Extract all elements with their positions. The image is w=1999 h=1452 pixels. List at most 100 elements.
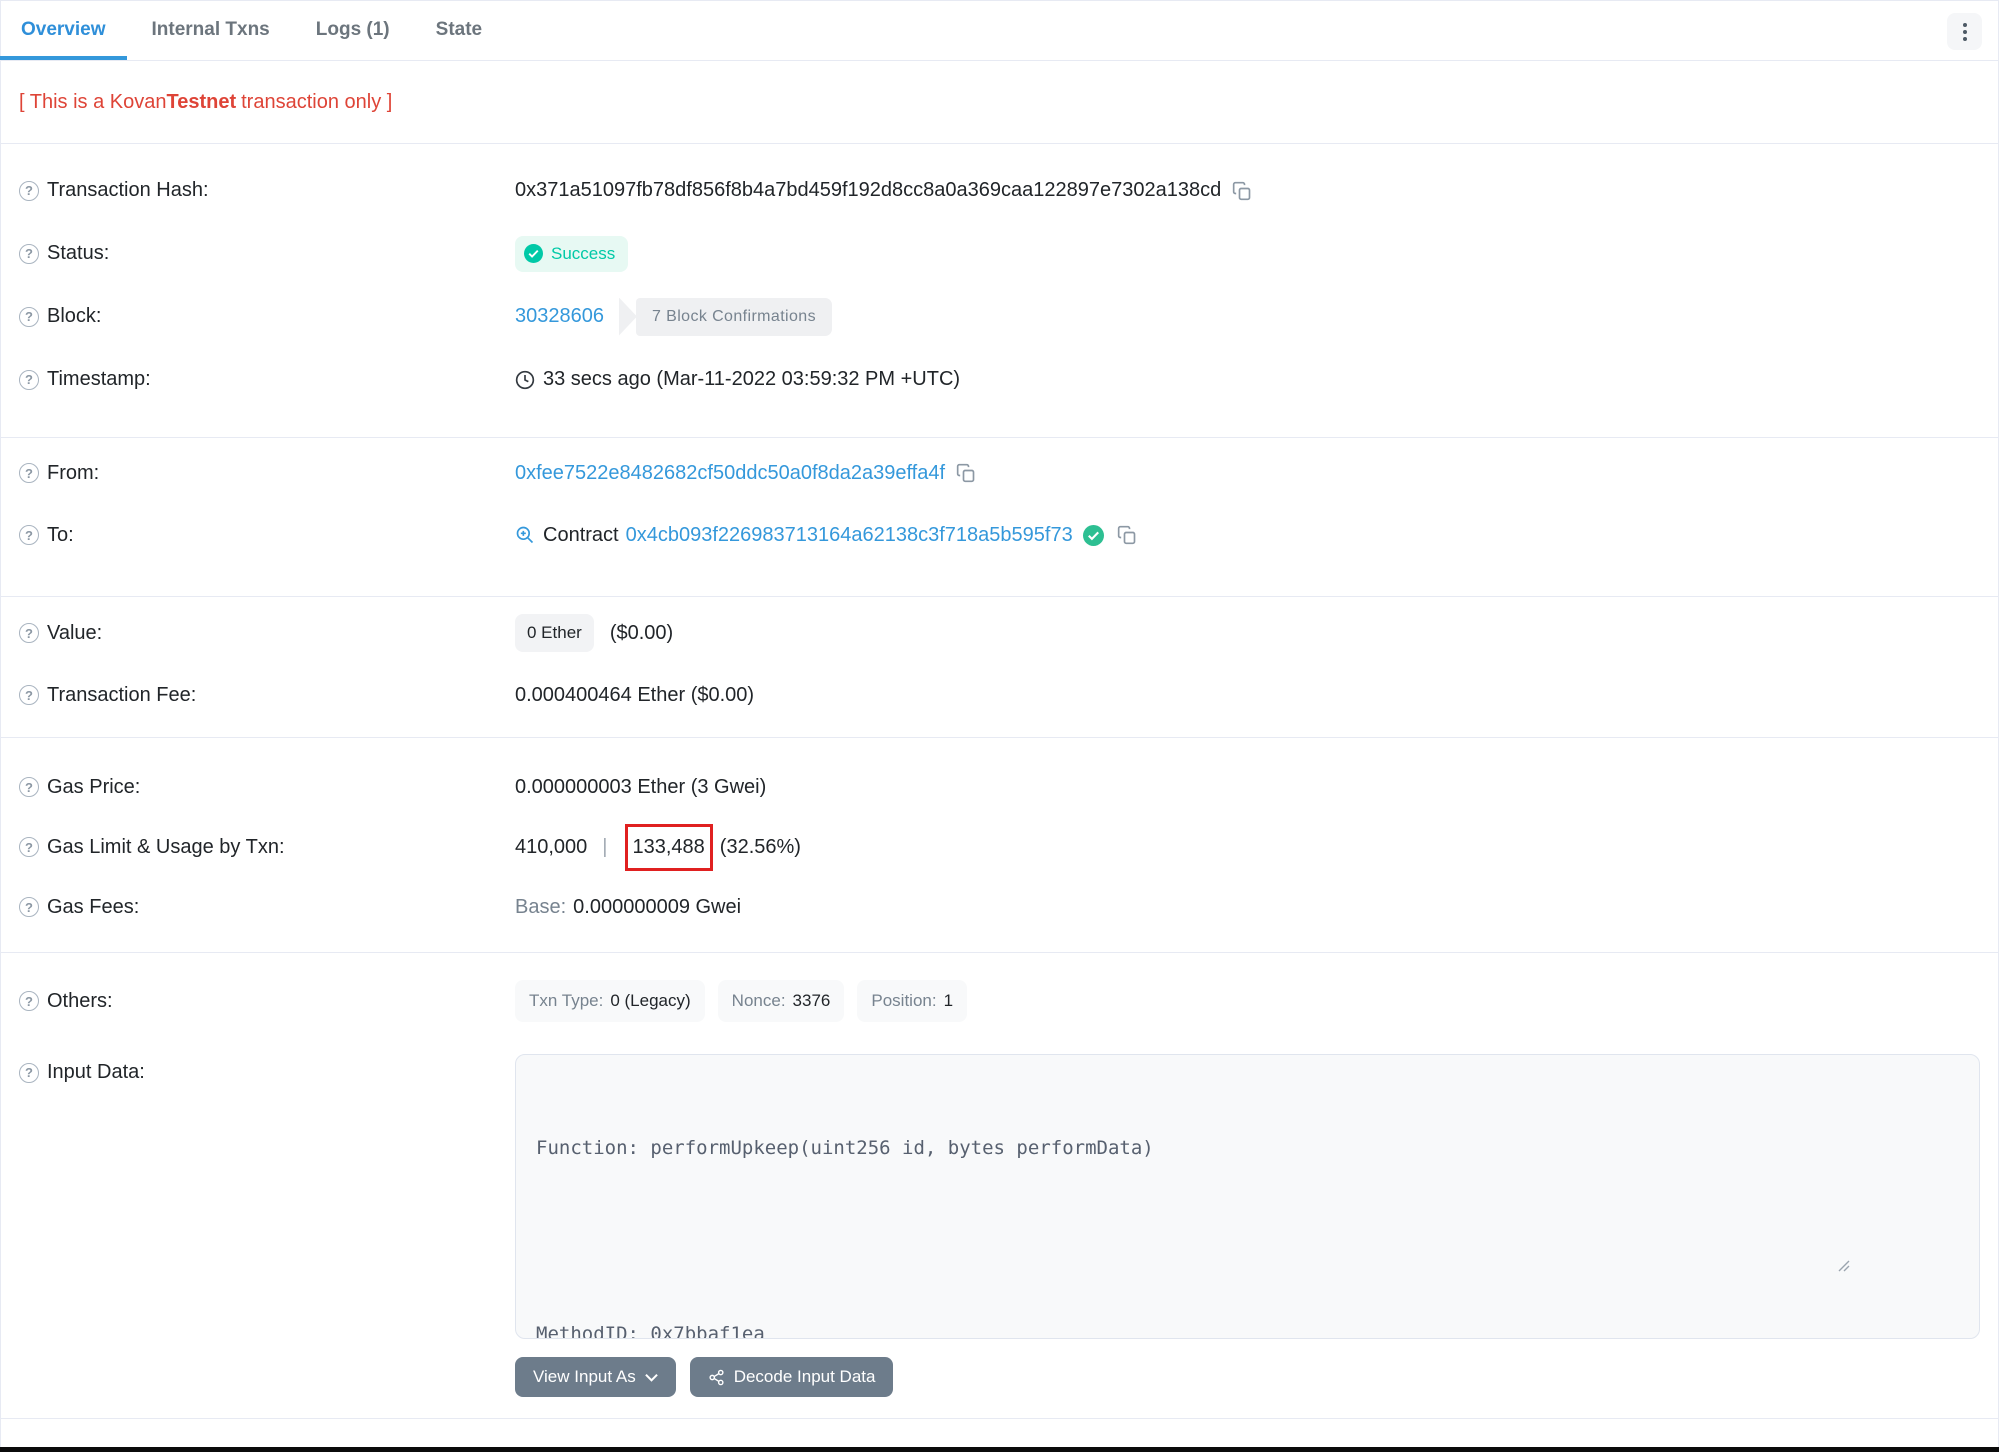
- txn-type-value: 0 (Legacy): [610, 991, 691, 1010]
- help-icon[interactable]: ?: [19, 1062, 39, 1083]
- help-icon[interactable]: ?: [19, 243, 39, 264]
- tab-bar: Overview Internal Txns Logs (1) State: [0, 0, 1999, 61]
- transaction-fee-value: 0.000400464 Ether ($0.00): [515, 683, 755, 706]
- gas-price-label: Gas Price:: [47, 775, 141, 798]
- help-icon[interactable]: ?: [19, 525, 39, 545]
- from-address-link[interactable]: 0xfee7522e8482682cf50ddc50a0f8da2a39effa…: [515, 462, 945, 485]
- testnet-notice: [ This is a Kovan Testnet transaction on…: [0, 61, 1999, 143]
- check-circle-icon: [524, 244, 543, 263]
- value-amount-pill: 0 Ether: [515, 614, 594, 652]
- copy-icon: [1117, 525, 1136, 545]
- from-label: From:: [47, 461, 100, 484]
- tab-overview[interactable]: Overview: [0, 0, 127, 60]
- row-block: ? Block: 30328606 7 Block Confirmations: [19, 285, 1980, 348]
- help-icon[interactable]: ?: [19, 306, 39, 327]
- transaction-hash-label: Transaction Hash:: [47, 179, 209, 201]
- help-icon[interactable]: ?: [19, 685, 39, 705]
- row-status: ? Status: Success: [19, 222, 1980, 285]
- copy-icon: [956, 463, 975, 483]
- to-address-link[interactable]: 0x4cb093f226983713164a62138c3f718a5b595f…: [626, 524, 1073, 547]
- resize-handle[interactable]: [1838, 1198, 1975, 1334]
- gas-usage-annotation-box: 133,488: [624, 823, 713, 871]
- help-icon[interactable]: ?: [19, 463, 39, 483]
- value-label: Value:: [47, 621, 103, 644]
- copy-to-button[interactable]: [1117, 525, 1137, 545]
- gas-usage-value: 133,488: [632, 835, 705, 858]
- footer-edge: [0, 1447, 1999, 1452]
- to-contract-prefix: Contract: [543, 523, 619, 546]
- clock-icon: [515, 370, 535, 390]
- value-usd: ($0.00): [609, 621, 674, 644]
- notice-bold: Testnet: [166, 90, 237, 113]
- status-text: Success: [551, 243, 616, 263]
- gas-fees-label: Gas Fees:: [47, 895, 140, 918]
- block-number-link[interactable]: 30328606: [515, 305, 604, 328]
- nonce-label: Nonce:: [731, 991, 786, 1010]
- section-others-input: ? Others: Txn Type: 0 (Legacy) Nonce: 33…: [0, 952, 1999, 1418]
- row-timestamp: ? Timestamp: 33 secs ago (Mar-11-2022 03…: [19, 348, 1980, 411]
- tab-state[interactable]: State: [415, 0, 503, 60]
- gas-separator: |: [602, 835, 608, 858]
- input-blank-line: [536, 1226, 1959, 1257]
- timestamp-value: 33 secs ago (Mar-11-2022 03:59:32 PM +UT…: [543, 368, 961, 390]
- verified-check-icon: [1082, 524, 1104, 546]
- notice-post: transaction only ]: [241, 90, 393, 113]
- to-label: To:: [47, 523, 74, 546]
- nonce-pill: Nonce: 3376: [717, 980, 845, 1022]
- decode-input-data-label: Decode Input Data: [733, 1367, 876, 1386]
- help-icon[interactable]: ?: [19, 369, 39, 390]
- row-from: ? From: 0xfee7522e8482682cf50ddc50a0f8da…: [19, 442, 1980, 504]
- row-transaction-fee: ? Transaction Fee: 0.000400464 Ether ($0…: [19, 664, 1980, 726]
- row-to: ? To: Contract 0x4cb093f226983713164a621…: [19, 504, 1980, 566]
- help-icon[interactable]: ?: [19, 180, 39, 201]
- chevron-down-icon: [644, 1373, 658, 1382]
- section-summary: ? Transaction Hash: 0x371a51097fb78df856…: [0, 143, 1999, 437]
- gas-limit-value: 410,000: [515, 835, 588, 858]
- position-value: 1: [943, 991, 954, 1010]
- help-icon[interactable]: ?: [19, 623, 39, 643]
- help-icon[interactable]: ?: [19, 991, 39, 1011]
- kebab-icon: [1962, 22, 1967, 41]
- status-label: Status:: [47, 242, 110, 264]
- timestamp-label: Timestamp:: [47, 368, 151, 390]
- input-data-label: Input Data:: [47, 1061, 145, 1083]
- magnifier-plus-icon: [516, 526, 534, 544]
- txn-type-label: Txn Type:: [529, 991, 604, 1010]
- section-gas: ? Gas Price: 0.000000003 Ether (3 Gwei) …: [0, 737, 1999, 952]
- transaction-fee-label: Transaction Fee:: [47, 683, 197, 706]
- view-input-as-button[interactable]: View Input As: [515, 1357, 676, 1397]
- help-icon[interactable]: ?: [19, 897, 39, 917]
- gas-limit-label: Gas Limit & Usage by Txn:: [47, 835, 285, 858]
- block-label: Block:: [47, 305, 102, 327]
- row-gas-limit-usage: ? Gas Limit & Usage by Txn: 410,000 | 13…: [19, 817, 1980, 877]
- row-input-data: ? Input Data: Function: performUpkeep(ui…: [19, 1032, 1980, 1339]
- tab-logs[interactable]: Logs (1): [295, 0, 411, 60]
- row-transaction-hash: ? Transaction Hash: 0x371a51097fb78df856…: [19, 159, 1980, 222]
- copy-icon: [1233, 181, 1251, 200]
- section-value: ? Value: 0 Ether ($0.00) ? Transaction F…: [0, 596, 1999, 737]
- decode-input-data-button[interactable]: Decode Input Data: [689, 1357, 894, 1397]
- help-icon[interactable]: ?: [19, 837, 39, 857]
- row-gas-price: ? Gas Price: 0.000000003 Ether (3 Gwei): [19, 757, 1980, 817]
- kebab-menu-button[interactable]: [1947, 13, 1982, 50]
- position-label: Position:: [871, 991, 937, 1010]
- notice-pre: [ This is a Kovan: [19, 90, 167, 113]
- contract-lookup-button[interactable]: [515, 525, 535, 545]
- block-confirmations-chip: 7 Block Confirmations: [635, 297, 833, 336]
- input-methodid-line: MethodID: 0x7bbaf1ea: [536, 1323, 765, 1339]
- gas-price-value: 0.000000003 Ether (3 Gwei): [515, 775, 767, 798]
- copy-from-button[interactable]: [956, 463, 976, 483]
- input-actions: View Input As Decode Input Data: [515, 1357, 1980, 1397]
- status-badge: Success: [515, 235, 629, 272]
- row-others: ? Others: Txn Type: 0 (Legacy) Nonce: 33…: [19, 970, 1980, 1032]
- copy-hash-button[interactable]: [1232, 181, 1252, 201]
- input-data-textarea[interactable]: Function: performUpkeep(uint256 id, byte…: [515, 1054, 1980, 1339]
- row-value: ? Value: 0 Ether ($0.00): [19, 602, 1980, 664]
- others-label: Others:: [47, 989, 113, 1012]
- row-gas-fees: ? Gas Fees: Base: 0.000000009 Gwei: [19, 877, 1980, 937]
- help-icon[interactable]: ?: [19, 777, 39, 797]
- gas-usage-percent: (32.56%): [719, 835, 801, 858]
- nonce-value: 3376: [792, 991, 831, 1010]
- decode-icon: [709, 1369, 724, 1385]
- tab-internal-txns[interactable]: Internal Txns: [131, 0, 291, 60]
